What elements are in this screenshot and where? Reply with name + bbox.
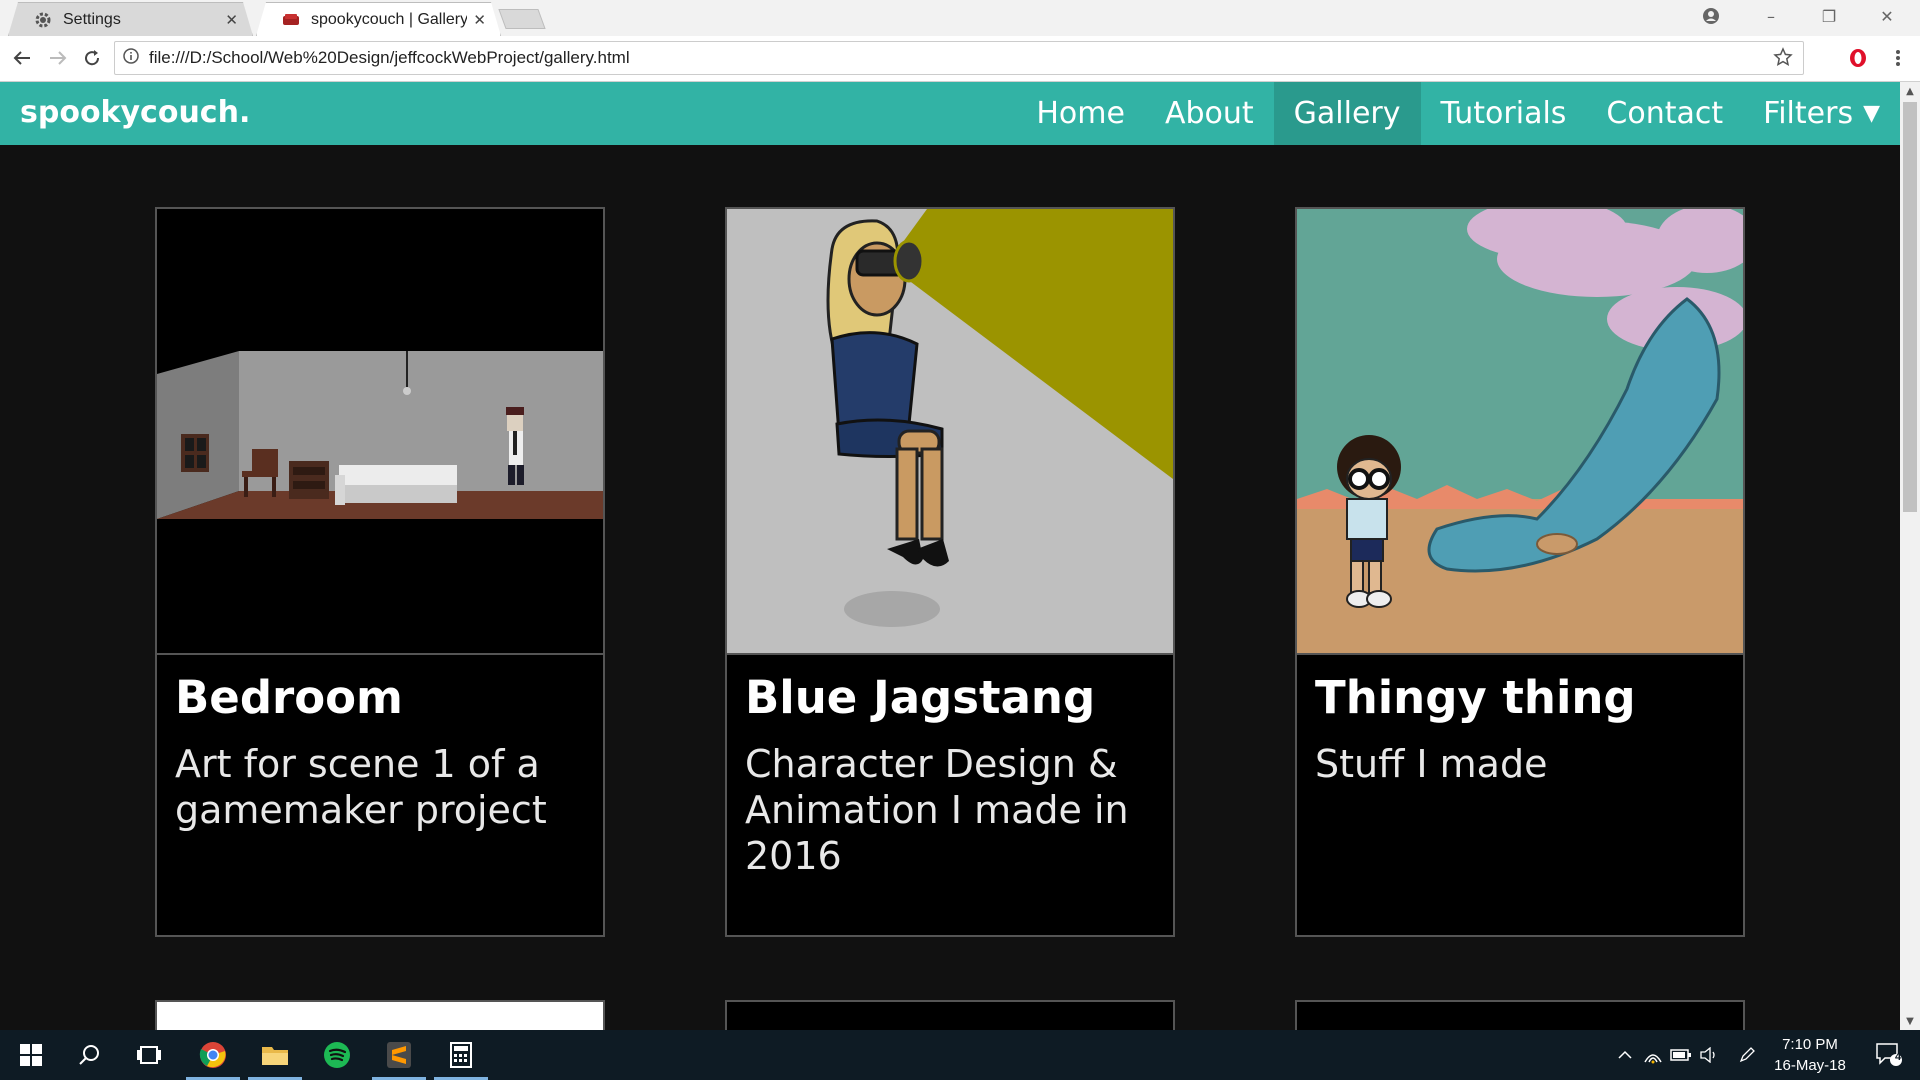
- file-explorer-icon[interactable]: [244, 1030, 306, 1080]
- site-nav: Home About Gallery Tutorials Contact Fil…: [1016, 82, 1900, 145]
- pen-workspace-icon[interactable]: [1734, 1030, 1760, 1080]
- nav-contact[interactable]: Contact: [1586, 82, 1743, 145]
- close-window-button[interactable]: ✕: [1864, 0, 1910, 32]
- card-description: Stuff I made: [1315, 742, 1548, 786]
- gallery-grid: Bedroom Art for scene 1 of a gamemaker p…: [0, 145, 1900, 1030]
- gear-icon: [33, 10, 53, 30]
- gallery-card[interactable]: Blue Jagstang Character Design & Animati…: [725, 207, 1175, 937]
- profile-icon[interactable]: [1688, 0, 1734, 32]
- network-icon[interactable]: [1640, 1030, 1666, 1080]
- nav-gallery[interactable]: Gallery: [1273, 82, 1421, 145]
- nav-about[interactable]: About: [1145, 82, 1274, 145]
- site-header: spookycouch. Home About Gallery Tutorial…: [0, 82, 1900, 145]
- card-title: Blue Jagstang: [745, 671, 1096, 724]
- sublime-text-icon[interactable]: [368, 1030, 430, 1080]
- scrollbar-thumb[interactable]: [1903, 102, 1917, 512]
- reload-icon[interactable]: [78, 44, 106, 72]
- couch-icon: [281, 10, 301, 30]
- url-text: file:///D:/School/Web%20Design/jeffcockW…: [149, 48, 630, 67]
- nav-label: Home: [1036, 96, 1125, 131]
- nav-filters-dropdown[interactable]: Filters ▼: [1743, 82, 1900, 145]
- site-logo[interactable]: spookycouch.: [20, 95, 250, 130]
- chrome-icon[interactable]: [182, 1030, 244, 1080]
- taskbar-clock[interactable]: 7:10 PM 16-May-18: [1760, 1034, 1860, 1076]
- search-icon[interactable]: [58, 1030, 120, 1080]
- windows-taskbar: 7:10 PM 16-May-18 4: [0, 1030, 1920, 1080]
- back-arrow-icon[interactable]: [8, 44, 36, 72]
- caret-down-icon: ▼: [1863, 101, 1880, 126]
- clock-date: 16-May-18: [1774, 1057, 1846, 1074]
- minimize-button[interactable]: –: [1748, 0, 1794, 32]
- card-description: Character Design & Animation I made in 2…: [745, 742, 1129, 878]
- card-title: Thingy thing: [1315, 671, 1636, 724]
- notification-count-badge: 4: [1894, 1051, 1902, 1063]
- browser-tab-strip: Settings ✕ spookycouch | Gallery ✕ – ❐ ✕: [0, 0, 1920, 36]
- browser-toolbar: file:///D:/School/Web%20Design/jeffcockW…: [0, 36, 1920, 82]
- menu-kebab-icon[interactable]: [1884, 44, 1912, 72]
- bedroom-artwork-image: [157, 209, 603, 655]
- nav-home[interactable]: Home: [1016, 82, 1145, 145]
- nav-tutorials[interactable]: Tutorials: [1421, 82, 1587, 145]
- gallery-card[interactable]: Thingy thing Stuff I made: [1295, 207, 1745, 937]
- nav-label: About: [1164, 96, 1254, 131]
- new-tab-button[interactable]: [498, 9, 546, 29]
- scroll-up-arrow-icon[interactable]: ▲: [1900, 82, 1920, 100]
- forward-arrow-icon[interactable]: [44, 44, 72, 72]
- tab-settings[interactable]: Settings ✕: [8, 2, 253, 36]
- calculator-icon[interactable]: [430, 1030, 492, 1080]
- gallery-card[interactable]: [725, 1000, 1175, 1030]
- page-scrollbar[interactable]: ▲ ▼: [1900, 82, 1920, 1030]
- clock-time: 7:10 PM: [1782, 1036, 1838, 1053]
- thingy-thing-artwork-image: [1297, 209, 1743, 655]
- battery-icon[interactable]: [1668, 1030, 1694, 1080]
- address-bar[interactable]: file:///D:/School/Web%20Design/jeffcockW…: [114, 41, 1804, 75]
- scroll-down-arrow-icon[interactable]: ▼: [1900, 1012, 1920, 1030]
- blue-jagstang-artwork-image: [727, 209, 1173, 655]
- card-title: Bedroom: [175, 671, 403, 724]
- windows-start-icon[interactable]: [0, 1030, 62, 1080]
- close-icon[interactable]: ✕: [225, 11, 238, 29]
- tab-label: spookycouch | Gallery: [311, 10, 468, 28]
- close-icon[interactable]: ✕: [473, 11, 486, 29]
- chevron-up-icon[interactable]: [1612, 1030, 1638, 1080]
- restore-button[interactable]: ❐: [1806, 0, 1852, 32]
- info-icon[interactable]: [123, 48, 139, 68]
- opera-extension-icon[interactable]: [1844, 44, 1872, 72]
- bookmark-star-icon[interactable]: [1773, 47, 1793, 71]
- task-view-icon[interactable]: [118, 1030, 180, 1080]
- nav-label: Gallery: [1293, 96, 1401, 131]
- card-description: Art for scene 1 of a gamemaker project: [175, 742, 547, 832]
- tab-label: Settings: [63, 10, 121, 28]
- nav-label: Filters: [1763, 96, 1854, 131]
- gallery-card[interactable]: Bedroom Art for scene 1 of a gamemaker p…: [155, 207, 605, 937]
- nav-label: Contact: [1606, 96, 1724, 131]
- gallery-card[interactable]: [155, 1000, 605, 1030]
- nav-label: Tutorials: [1440, 96, 1567, 131]
- action-center-icon[interactable]: 4: [1866, 1030, 1912, 1080]
- tab-gallery[interactable]: spookycouch | Gallery ✕: [256, 2, 501, 36]
- gallery-card[interactable]: [1295, 1000, 1745, 1030]
- volume-icon[interactable]: [1696, 1030, 1722, 1080]
- spotify-icon[interactable]: [306, 1030, 368, 1080]
